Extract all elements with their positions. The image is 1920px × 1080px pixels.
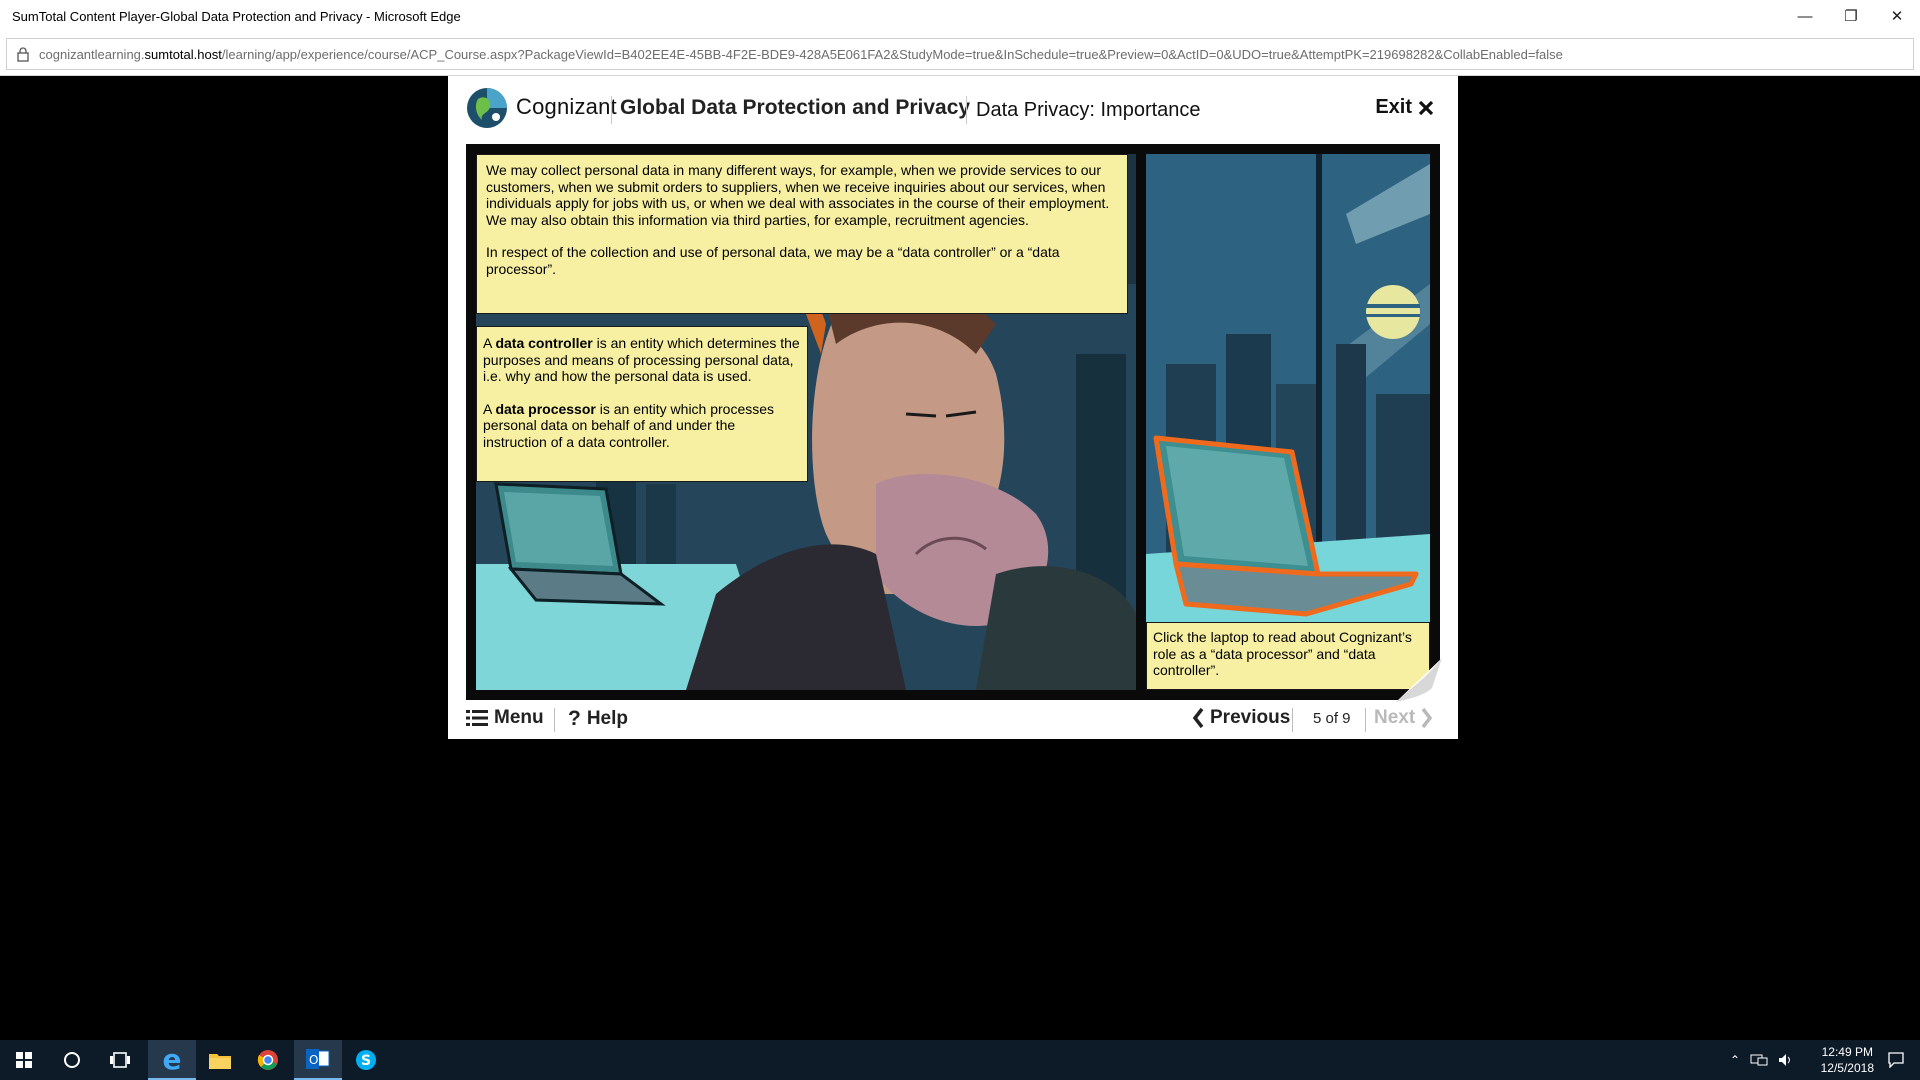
menu-label: Menu — [494, 707, 544, 728]
comic-panel-main: We may collect personal data in many dif… — [476, 154, 1136, 690]
outlook-icon[interactable]: O — [294, 1040, 342, 1080]
term-data-controller: data controller — [495, 335, 593, 351]
caption-intro: We may collect personal data in many dif… — [476, 154, 1128, 314]
footer-divider — [554, 708, 555, 732]
help-label: Help — [586, 708, 629, 729]
footer-divider — [1292, 708, 1293, 732]
caption-definitions: A data controller is an entity which det… — [476, 326, 808, 482]
window-title: SumTotal Content Player-Global Data Prot… — [12, 8, 461, 24]
page-curl-icon — [1396, 658, 1442, 702]
player-header: Cognizant Global Data Protection and Pri… — [448, 76, 1458, 144]
hamburger-menu-icon — [466, 710, 488, 726]
content-player: Cognizant Global Data Protection and Pri… — [448, 76, 1458, 739]
url-prefix: cognizantlearning. — [39, 46, 145, 62]
page-title: Data Privacy: Importance — [976, 99, 1201, 121]
close-icon — [1418, 100, 1434, 115]
footer-divider — [1365, 708, 1366, 732]
chevron-left-icon — [1192, 707, 1204, 729]
next-label: Next — [1374, 707, 1416, 728]
laptop-hotspot[interactable] — [1148, 434, 1418, 614]
file-explorer-icon[interactable] — [196, 1040, 244, 1080]
volume-icon[interactable] — [1778, 1053, 1794, 1067]
page-counter: 5 of 9 — [1313, 710, 1351, 727]
previous-label: Previous — [1210, 707, 1291, 728]
close-icon[interactable]: ✕ — [1874, 0, 1920, 32]
cortana-search-icon[interactable] — [48, 1040, 96, 1080]
menu-button[interactable]: Menu — [466, 707, 544, 729]
chevron-right-icon — [1421, 707, 1433, 729]
term-data-processor: data processor — [495, 400, 596, 417]
exit-button[interactable]: Exit — [1375, 96, 1434, 119]
task-view-icon[interactable] — [96, 1040, 144, 1080]
comic-stage: We may collect personal data in many dif… — [466, 144, 1442, 702]
chevron-up-icon[interactable]: ⌃ — [1730, 1053, 1740, 1067]
clock-time: 12:49 PM — [1821, 1045, 1873, 1059]
player-footer: Menu ? Help Previous 5 of 9 Next — [448, 700, 1458, 739]
taskbar-clock[interactable]: 12:49 PM 12/5/2018 — [1821, 1044, 1874, 1076]
caption-intro-paragraph: In respect of the collection and use of … — [486, 244, 1060, 277]
brand-name: Cognizant — [516, 94, 617, 119]
header-divider — [966, 96, 967, 124]
notifications-icon[interactable] — [1872, 1040, 1920, 1080]
window-titlebar: SumTotal Content Player-Global Data Prot… — [0, 0, 1920, 32]
exit-label: Exit — [1375, 96, 1412, 118]
taskbar: e O S ⌃ 12:49 PM 12/5/2018 — [0, 1040, 1920, 1080]
network-icon[interactable] — [1750, 1053, 1768, 1067]
skype-icon[interactable]: S — [342, 1040, 390, 1080]
minimize-icon[interactable]: — — [1782, 0, 1828, 32]
svg-text:O: O — [309, 1053, 318, 1067]
restore-icon[interactable]: ❐ — [1828, 0, 1874, 32]
previous-button[interactable]: Previous — [1192, 707, 1290, 729]
window-controls: — ❐ ✕ — [1782, 0, 1920, 32]
header-divider — [611, 96, 612, 124]
edge-browser-icon[interactable]: e — [148, 1040, 196, 1080]
definition-article: A — [483, 335, 492, 351]
next-button[interactable]: Next — [1374, 707, 1433, 729]
system-tray: ⌃ — [1730, 1040, 1794, 1080]
windows-start-icon[interactable] — [0, 1040, 48, 1080]
url-host: sumtotal.host — [144, 46, 222, 62]
cognizant-logo-icon — [466, 87, 508, 129]
course-title: Global Data Protection and Privacy — [620, 96, 971, 119]
svg-text:S: S — [361, 1053, 371, 1069]
clock-date: 12/5/2018 — [1820, 1061, 1874, 1075]
definition-processor: A data processor is an entity which proc… — [483, 401, 801, 451]
help-button[interactable]: ? Help — [568, 707, 628, 731]
address-bar: cognizantlearning. sumtotal.host/learning… — [0, 32, 1920, 76]
caption-intro-paragraph: We may collect personal data in many dif… — [486, 162, 1110, 228]
url-field[interactable]: cognizantlearning. sumtotal.host/learning… — [6, 38, 1914, 70]
definition-article: A — [483, 400, 492, 417]
comic-panel-side: Click the laptop to read about Cognizant… — [1146, 154, 1430, 690]
question-mark-icon: ? — [568, 707, 581, 730]
definition-controller: A data controller is an entity which det… — [483, 335, 801, 385]
url-path: /learning/app/experience/course/ACP_Cour… — [221, 46, 1563, 62]
caption-instruction: Click the laptop to read about Cognizant… — [1146, 622, 1430, 690]
lock-icon — [7, 38, 39, 70]
chrome-icon[interactable] — [244, 1040, 292, 1080]
